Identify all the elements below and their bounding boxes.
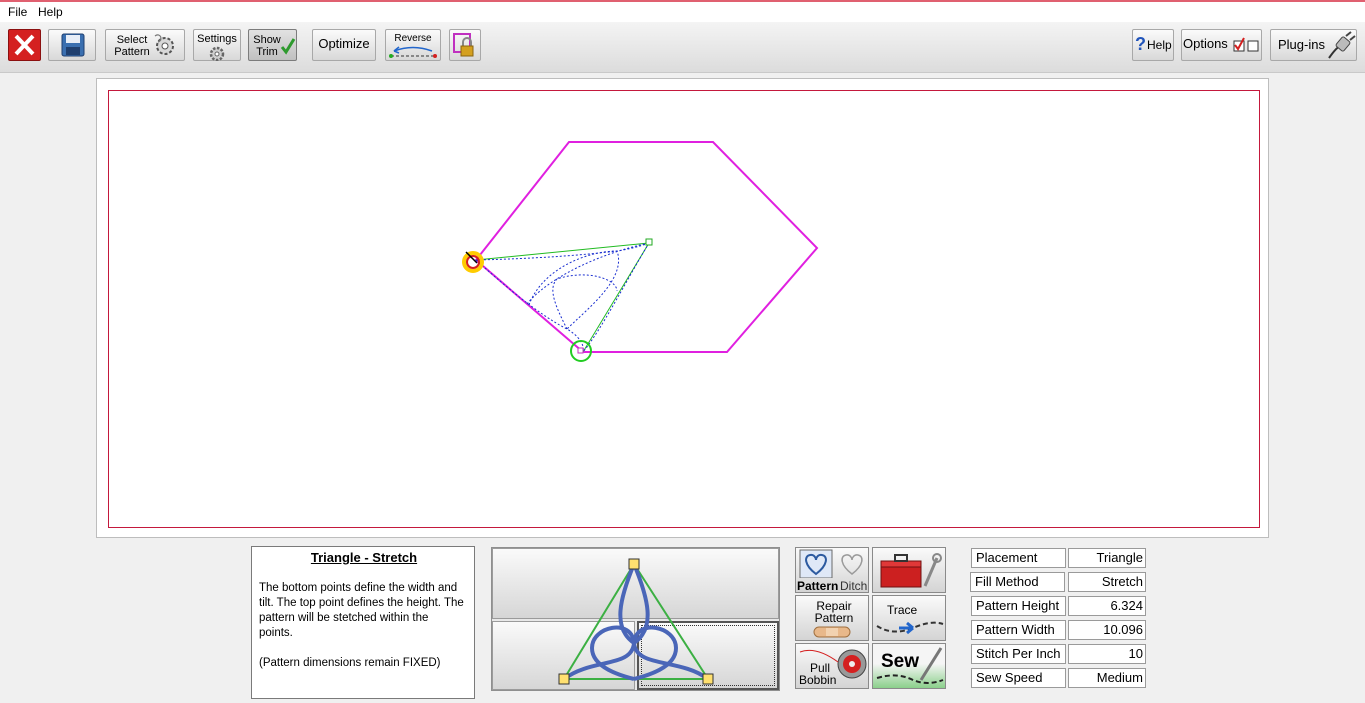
property-row: Fill Method Stretch	[970, 571, 1148, 595]
menu-bar: File Help	[0, 2, 1365, 22]
lock-icon	[453, 33, 474, 57]
property-value[interactable]: 10.096	[1068, 620, 1146, 640]
plug-icon	[1328, 31, 1356, 59]
select-pattern-button[interactable]: Select Pattern	[105, 29, 185, 61]
gear-icon	[209, 46, 225, 61]
property-row: Pattern Width 10.096	[970, 619, 1148, 643]
show-trim-button[interactable]: Show Trim	[248, 29, 297, 61]
plugins-button[interactable]: Plug-ins	[1270, 29, 1357, 61]
question-icon: ?	[1135, 34, 1146, 54]
property-value[interactable]: Stretch	[1068, 572, 1146, 592]
description-body: The bottom points define the width and t…	[259, 582, 464, 639]
show-trim-label-2: Trim	[256, 46, 278, 58]
settings-button[interactable]: Settings	[193, 29, 241, 61]
property-value[interactable]: Medium	[1068, 668, 1146, 688]
property-row: Stitch Per Inch 10	[970, 643, 1148, 667]
pull-bobbin-button[interactable]: Pull Bobbin	[795, 643, 869, 689]
description-note: (Pattern dimensions remain FIXED)	[259, 657, 441, 669]
property-label: Fill Method	[970, 572, 1065, 592]
property-row: Sew Speed Medium	[970, 667, 1148, 691]
placement-description: Triangle - Stretch The bottom points def…	[251, 546, 475, 699]
needle-icon	[876, 647, 944, 684]
bottom-handle	[577, 347, 584, 354]
pattern-gear-icon	[154, 34, 174, 55]
property-label: Placement	[971, 548, 1066, 568]
property-label: Pattern Width	[971, 620, 1066, 640]
select-pattern-label-1: Select	[116, 34, 148, 46]
select-pattern-label-2: Pattern	[114, 46, 150, 58]
trace-button[interactable]: Trace	[872, 595, 946, 641]
property-value[interactable]: Triangle	[1068, 548, 1146, 568]
close-button[interactable]	[8, 29, 41, 61]
property-label: Pattern Height	[971, 596, 1066, 616]
show-trim-label-1: Show	[253, 34, 281, 46]
optimize-button[interactable]: Optimize	[312, 29, 376, 61]
description-title: Triangle - Stretch	[310, 550, 418, 565]
options-label: Options	[1183, 36, 1228, 51]
sew-button[interactable]: Sew	[872, 643, 946, 689]
trace-icon	[876, 621, 944, 635]
design-canvas[interactable]	[96, 78, 1269, 538]
repair-pattern-button[interactable]: Repair Pattern	[795, 595, 869, 641]
pattern-label: Pattern	[797, 579, 839, 593]
triangle-stretch-diagram	[558, 558, 714, 685]
close-icon	[14, 34, 35, 56]
settings-label: Settings	[197, 33, 237, 45]
bandage-icon	[813, 626, 851, 638]
save-icon	[61, 33, 85, 57]
toolbar: Select Pattern Settings Show Trim Optimi…	[0, 22, 1365, 73]
reverse-button[interactable]: Reverse	[385, 29, 441, 61]
checkbox-icon	[1233, 37, 1259, 52]
bobbin-icon	[799, 649, 867, 679]
property-label: Stitch Per Inch	[971, 644, 1066, 664]
pattern-mode-button[interactable]: Pattern Ditch	[795, 547, 869, 593]
ditch-label: Ditch	[840, 579, 868, 593]
toolbox-button[interactable]	[872, 547, 946, 593]
placement-picker	[491, 547, 780, 691]
help-button[interactable]: ? Help	[1132, 29, 1174, 61]
property-row: Placement Triangle	[970, 547, 1148, 571]
canvas-drawing	[462, 141, 819, 362]
top-handle	[645, 238, 653, 246]
optimize-label: Optimize	[318, 36, 370, 51]
property-value[interactable]: 6.324	[1068, 596, 1146, 616]
options-button[interactable]: Options	[1181, 29, 1262, 61]
trace-label: Trace	[887, 603, 918, 617]
property-value[interactable]: 10	[1068, 644, 1146, 664]
repair-label-2: Pattern	[814, 611, 854, 625]
properties-table: Placement Triangle Fill Method Stretch P…	[970, 547, 1148, 691]
menu-help[interactable]: Help	[38, 5, 63, 19]
save-button[interactable]	[48, 29, 96, 61]
help-label: Help	[1147, 38, 1172, 52]
reverse-arrow-icon	[389, 46, 437, 58]
property-row: Pattern Height 6.324	[970, 595, 1148, 619]
property-label: Sew Speed	[971, 668, 1066, 688]
toolbox-icon	[880, 553, 942, 588]
checkmark-icon	[280, 38, 296, 55]
menu-file[interactable]: File	[8, 5, 27, 19]
lock-boundary-button[interactable]	[449, 29, 481, 61]
heart-icon	[799, 549, 863, 578]
plugins-label: Plug-ins	[1278, 37, 1325, 52]
